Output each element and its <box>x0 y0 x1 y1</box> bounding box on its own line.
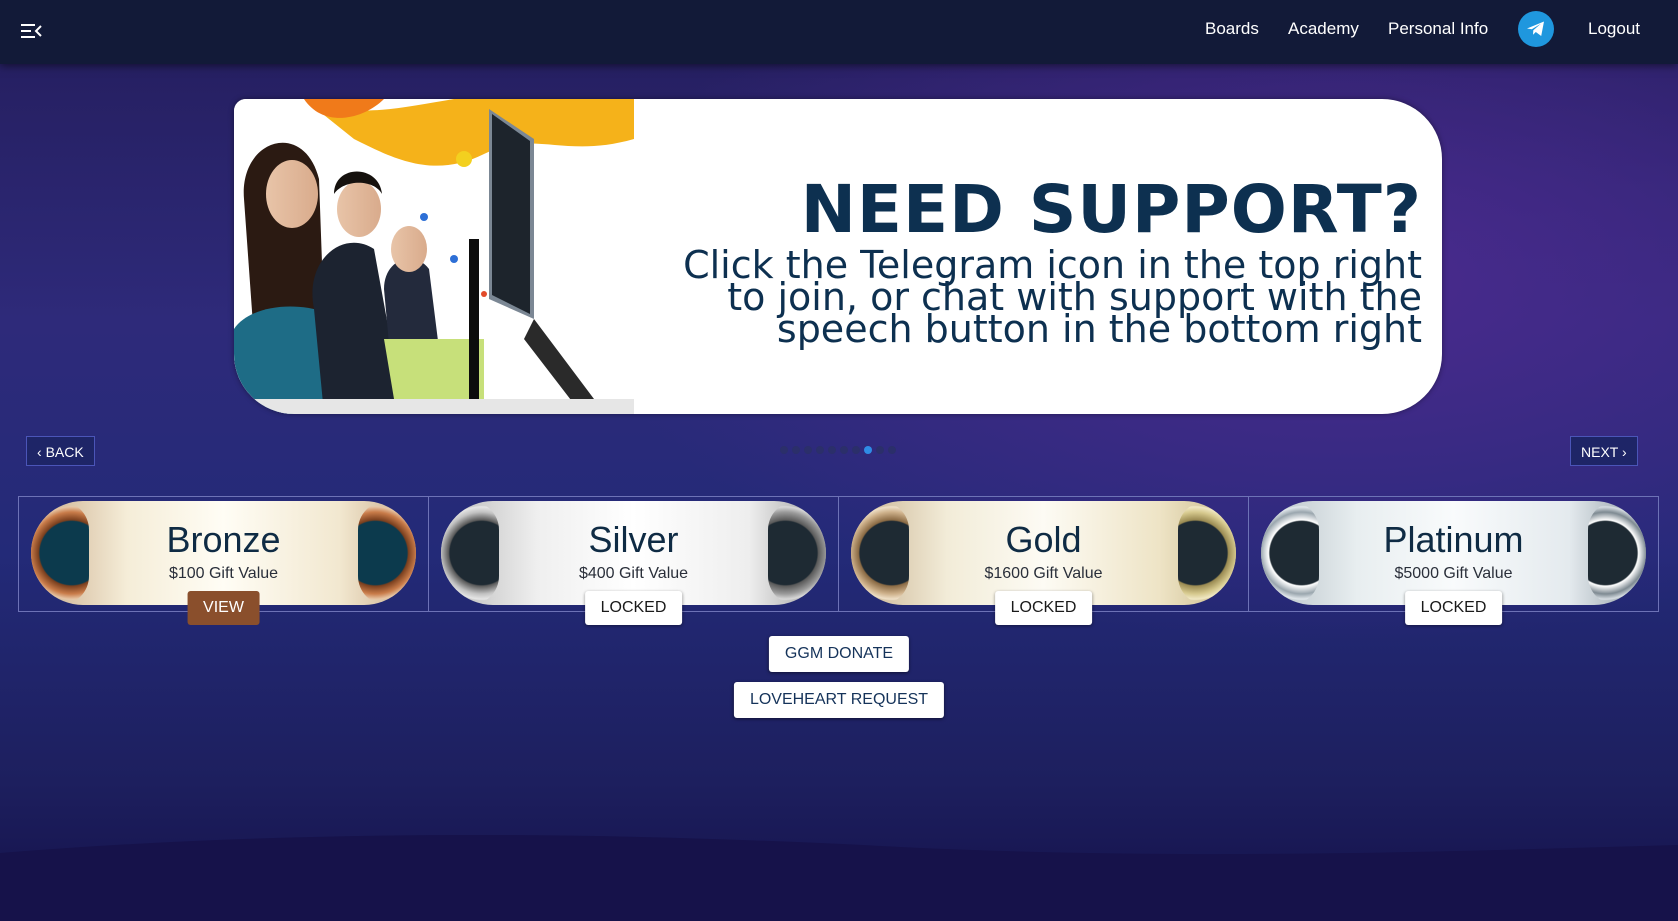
chevron-right-icon: › <box>1621 444 1627 460</box>
tier-name: Bronze <box>166 519 281 560</box>
tier-name: Gold <box>1005 519 1082 560</box>
nav-link-personal-info[interactable]: Personal Info <box>1388 18 1488 40</box>
telegram-button[interactable] <box>1518 11 1554 47</box>
carousel-dot[interactable] <box>792 446 800 454</box>
menu-toggle-icon[interactable] <box>18 18 44 44</box>
carousel-dot-active[interactable] <box>864 446 872 454</box>
back-label: BACK <box>45 444 84 460</box>
tier-card-platinum: Platinum $5000 Gift Value LOCKED <box>1249 497 1658 625</box>
bottom-wave-decoration <box>0 834 1678 921</box>
carousel-dot[interactable] <box>852 446 860 454</box>
loveheart-request-button[interactable]: LOVEHEART REQUEST <box>733 682 945 718</box>
silver-locked-button[interactable]: LOCKED <box>584 591 683 625</box>
carousel-dot[interactable] <box>804 446 812 454</box>
bronze-view-button[interactable]: VIEW <box>187 591 260 625</box>
tier-name: Platinum <box>1383 519 1524 560</box>
ggm-donate-button[interactable]: GGM DONATE <box>768 636 910 672</box>
support-banner[interactable]: NEED SUPPORT? Click the Telegram icon in… <box>234 99 1442 414</box>
platinum-locked-button[interactable]: LOCKED <box>1404 591 1503 625</box>
carousel-next-button[interactable]: NEXT › <box>1570 436 1638 466</box>
tier-card-bronze: Bronze $100 Gift Value VIEW <box>19 497 429 625</box>
banner-title: NEED SUPPORT? <box>800 171 1422 248</box>
nav-link-logout[interactable]: Logout <box>1588 18 1640 40</box>
tier-strip: Bronze $100 Gift Value VIEW Silver $400 … <box>18 496 1659 625</box>
gold-locked-button[interactable]: LOCKED <box>994 591 1093 625</box>
next-label: NEXT <box>1581 444 1619 460</box>
nav-link-academy[interactable]: Academy <box>1288 18 1359 40</box>
chevron-left-icon: ‹ <box>37 444 42 460</box>
carousel-dot[interactable] <box>780 446 788 454</box>
tier-value: $400 Gift Value <box>578 565 689 582</box>
carousel-dot[interactable] <box>840 446 848 454</box>
support-team-image <box>234 99 634 414</box>
tier-value: $1600 Gift Value <box>984 565 1103 582</box>
tier-card-silver: Silver $400 Gift Value LOCKED <box>429 497 839 625</box>
carousel-dot[interactable] <box>876 446 884 454</box>
carousel-dot[interactable] <box>828 446 836 454</box>
tier-value: $100 Gift Value <box>168 565 279 582</box>
banner-text: Click the Telegram icon in the top right… <box>683 243 1422 351</box>
carousel-dot[interactable] <box>888 446 896 454</box>
bronze-badge: Bronze $100 Gift Value <box>31 501 416 605</box>
carousel-dot[interactable] <box>816 446 824 454</box>
silver-badge: Silver $400 Gift Value <box>441 501 826 605</box>
carousel-dots <box>780 446 896 454</box>
platinum-badge: Platinum $5000 Gift Value <box>1261 501 1646 605</box>
nav-link-boards[interactable]: Boards <box>1205 18 1259 40</box>
tier-name: Silver <box>588 519 679 560</box>
gold-badge: Gold $1600 Gift Value <box>851 501 1236 605</box>
top-navbar: Boards Academy Personal Info Logout <box>0 0 1678 64</box>
tier-card-gold: Gold $1600 Gift Value LOCKED <box>839 497 1249 625</box>
tier-value: $5000 Gift Value <box>1394 565 1513 582</box>
carousel-back-button[interactable]: ‹ BACK <box>26 436 95 466</box>
telegram-icon <box>1527 21 1544 36</box>
